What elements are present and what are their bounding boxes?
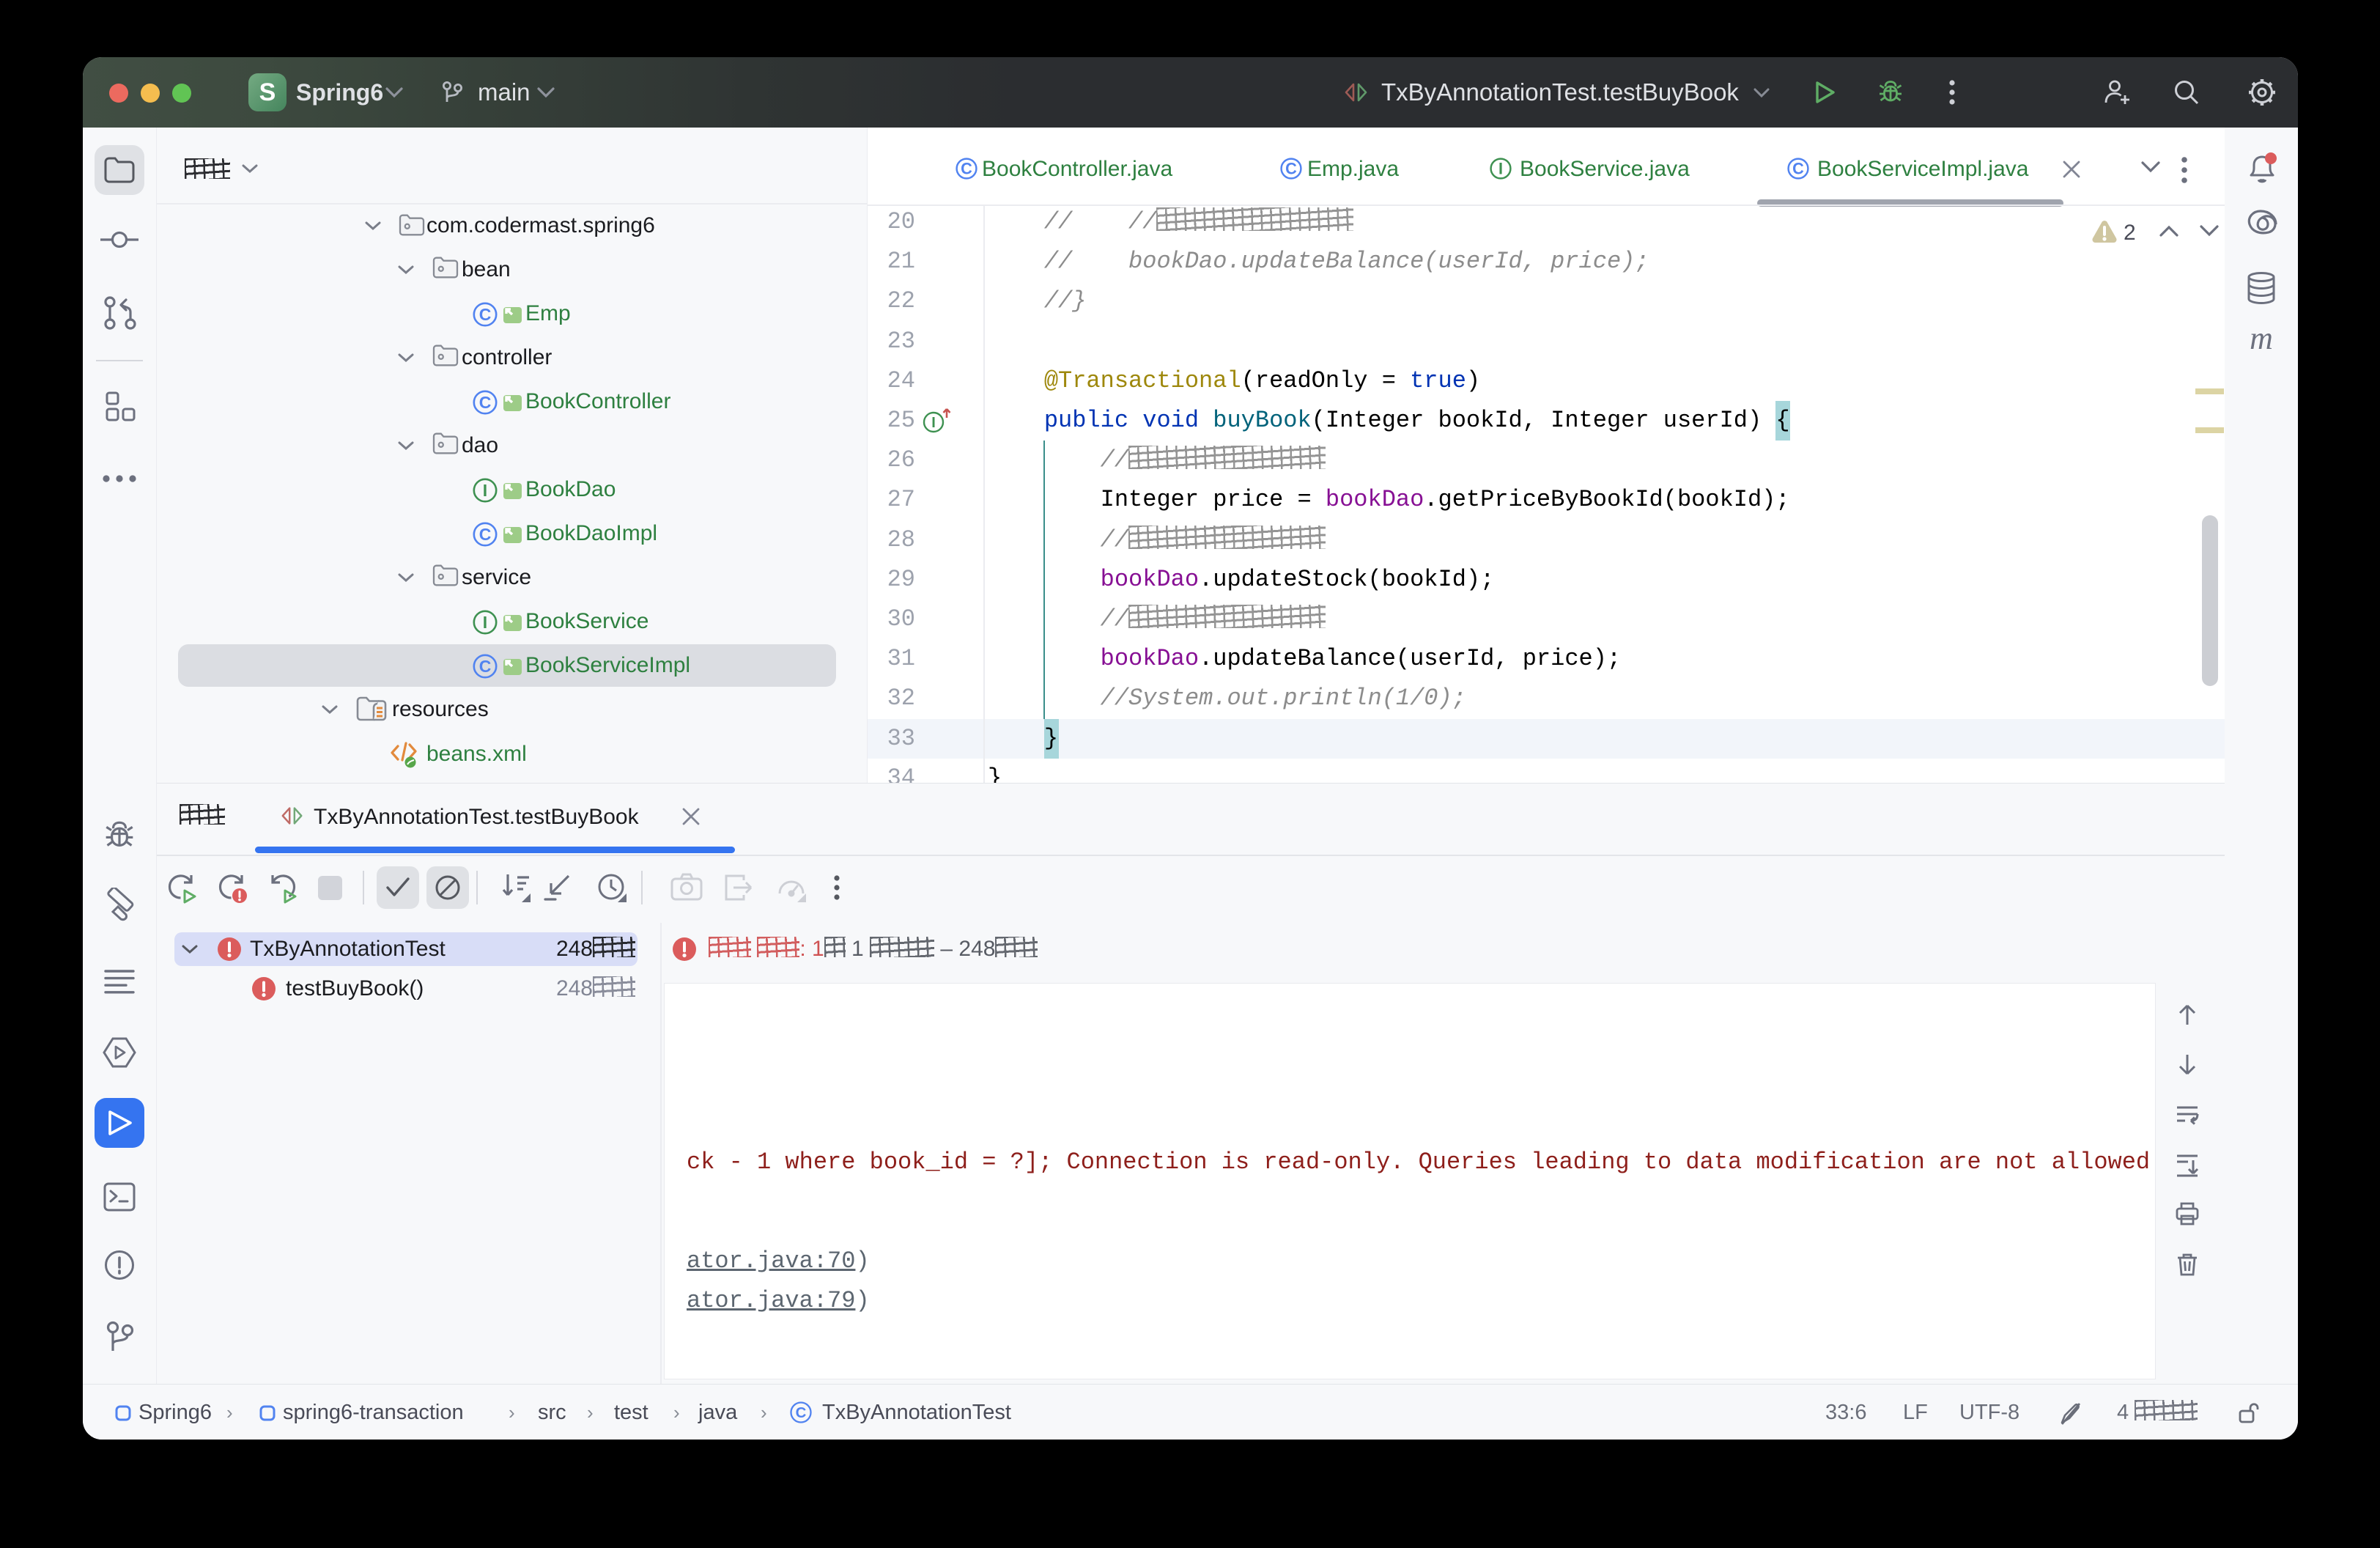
svg-text:C: C (479, 657, 492, 676)
svg-text:C: C (1285, 160, 1297, 178)
svg-text:C: C (961, 160, 972, 178)
svg-text:C: C (479, 393, 492, 412)
svg-text:I: I (1498, 160, 1503, 178)
svg-text:I: I (483, 481, 487, 500)
svg-text:C: C (1792, 160, 1804, 178)
svg-text:C: C (796, 1404, 807, 1421)
svg-text:C: C (479, 305, 492, 324)
svg-text:I: I (483, 613, 487, 632)
svg-text:I: I (931, 415, 936, 431)
svg-text:C: C (479, 525, 492, 544)
